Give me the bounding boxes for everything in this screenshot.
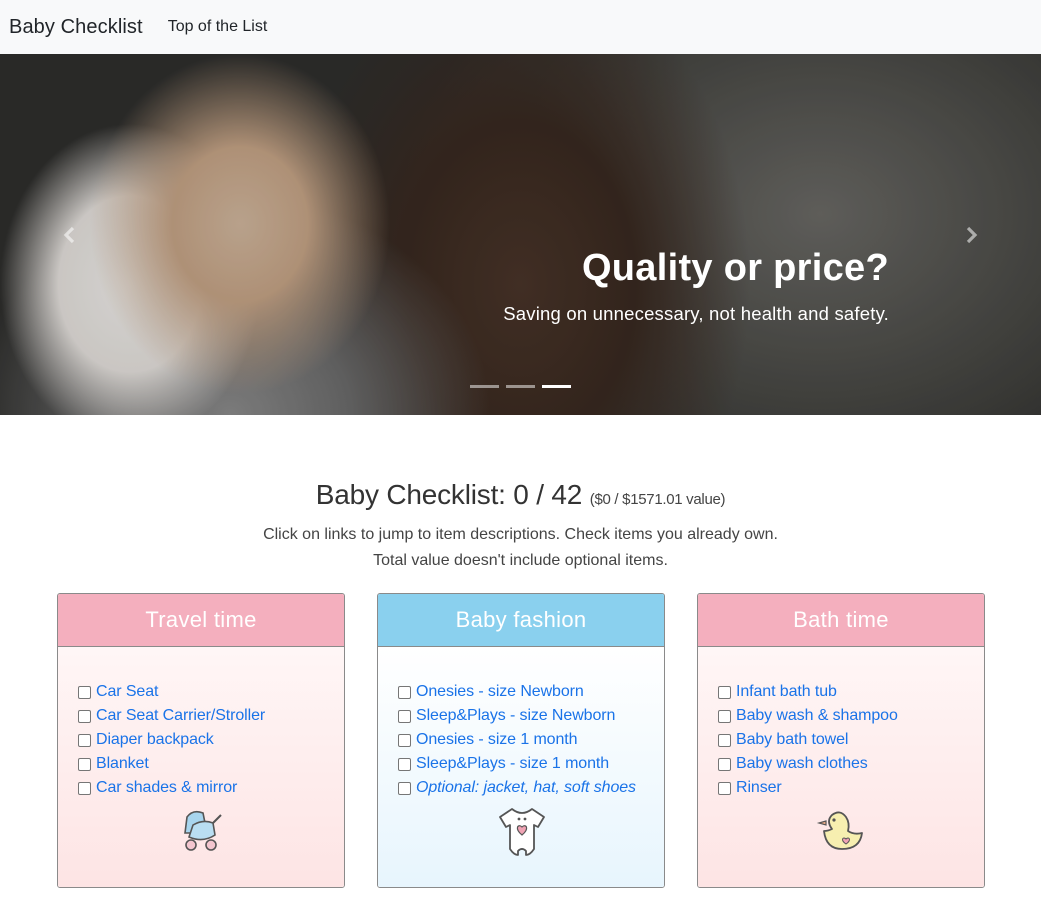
- item-link[interactable]: Baby wash clothes: [736, 755, 868, 773]
- list-item: Sleep&Plays - size 1 month: [398, 752, 664, 776]
- carousel-indicator-2[interactable]: [506, 385, 535, 388]
- list-item: Infant bath tub: [718, 680, 984, 704]
- item-checkbox[interactable]: [398, 781, 411, 795]
- item-checkbox[interactable]: [718, 781, 731, 795]
- navbar-brand[interactable]: Baby Checklist: [9, 16, 143, 39]
- item-link[interactable]: Sleep&Plays - size Newborn: [416, 707, 615, 725]
- checklist-title: Baby Checklist: 0 / 42 ($0 / $1571.01 va…: [0, 478, 1041, 517]
- hero-carousel: Quality or price? Saving on unnecessary,…: [0, 54, 1041, 415]
- card-header: Baby fashion: [378, 594, 664, 647]
- item-link[interactable]: Onesies - size Newborn: [416, 683, 584, 701]
- item-checkbox[interactable]: [78, 781, 91, 795]
- card-header: Travel time: [58, 594, 344, 647]
- item-link[interactable]: Blanket: [96, 755, 149, 773]
- carousel-next-button[interactable]: [901, 54, 1041, 415]
- onesie-icon: [378, 805, 664, 859]
- item-link[interactable]: Infant bath tub: [736, 683, 837, 701]
- item-checkbox[interactable]: [718, 757, 731, 771]
- carousel-caption-title: Quality or price?: [581, 247, 889, 289]
- card-baby-fashion: Baby fashion Onesies - size Newborn Slee…: [377, 593, 665, 888]
- item-checkbox[interactable]: [78, 733, 91, 747]
- item-checkbox[interactable]: [398, 709, 411, 723]
- item-link[interactable]: Rinser: [736, 779, 782, 797]
- carousel-indicator-3[interactable]: [542, 385, 571, 388]
- item-checkbox[interactable]: [78, 709, 91, 723]
- list-item: Baby wash & shampoo: [718, 704, 984, 728]
- rubber-duck-icon: [698, 805, 984, 855]
- item-checkbox[interactable]: [718, 733, 731, 747]
- instruction-text: Click on links to jump to item descripti…: [263, 526, 778, 543]
- item-checkbox[interactable]: [398, 733, 411, 747]
- list-item: Onesies - size Newborn: [398, 680, 664, 704]
- item-link[interactable]: Car shades & mirror: [96, 779, 237, 797]
- chevron-left-icon: [60, 225, 80, 245]
- item-link[interactable]: Car Seat Carrier/Stroller: [96, 707, 265, 725]
- list-item: Optional: jacket, hat, soft shoes: [398, 776, 664, 800]
- carousel-indicators: [470, 385, 571, 388]
- checklist-count: Baby Checklist: 0 / 42: [315, 479, 583, 510]
- item-checkbox[interactable]: [398, 685, 411, 699]
- checklist-summary: Baby Checklist: 0 / 42 ($0 / $1571.01 va…: [0, 478, 1041, 574]
- navbar: Baby Checklist Top of the List: [0, 0, 1041, 54]
- carousel-caption: Quality or price? Saving on unnecessary,…: [503, 240, 889, 325]
- checklist-value: ($0 / $1571.01 value): [589, 491, 726, 508]
- carousel-indicator-1[interactable]: [470, 385, 499, 388]
- item-checkbox[interactable]: [78, 757, 91, 771]
- item-link-optional[interactable]: Optional: jacket, hat, soft shoes: [416, 779, 636, 797]
- list-item: Car Seat Carrier/Stroller: [78, 704, 344, 728]
- stroller-icon: [58, 805, 344, 855]
- item-checkbox[interactable]: [718, 709, 731, 723]
- list-item: Car shades & mirror: [78, 776, 344, 800]
- list-item: Baby bath towel: [718, 728, 984, 752]
- chevron-right-icon: [961, 225, 981, 245]
- nav-link-top-of-list[interactable]: Top of the List: [168, 18, 268, 36]
- carousel-caption-text: Saving on unnecessary, not health and sa…: [503, 303, 889, 324]
- item-link[interactable]: Baby wash & shampoo: [736, 707, 898, 725]
- list-item: Onesies - size 1 month: [398, 728, 664, 752]
- list-item: Baby wash clothes: [718, 752, 984, 776]
- card-bath-time: Bath time Infant bath tub Baby wash & sh…: [697, 593, 985, 888]
- list-item: Rinser: [718, 776, 984, 800]
- list-item: Sleep&Plays - size Newborn: [398, 704, 664, 728]
- item-link[interactable]: Onesies - size 1 month: [416, 731, 578, 749]
- value-note: Total value doesn't include optional ite…: [373, 552, 668, 569]
- list-item: Diaper backpack: [78, 728, 344, 752]
- item-checkbox[interactable]: [78, 685, 91, 699]
- item-link[interactable]: Car Seat: [96, 683, 158, 701]
- list-item: Blanket: [78, 752, 344, 776]
- item-checkbox[interactable]: [718, 685, 731, 699]
- card-header: Bath time: [698, 594, 984, 647]
- item-link[interactable]: Sleep&Plays - size 1 month: [416, 755, 609, 773]
- carousel-prev-button[interactable]: [0, 54, 140, 415]
- item-link[interactable]: Diaper backpack: [96, 731, 214, 749]
- item-checkbox[interactable]: [398, 757, 411, 771]
- item-link[interactable]: Baby bath towel: [736, 731, 848, 749]
- list-item: Car Seat: [78, 680, 344, 704]
- card-travel-time: Travel time Car Seat Car Seat Carrier/St…: [57, 593, 345, 888]
